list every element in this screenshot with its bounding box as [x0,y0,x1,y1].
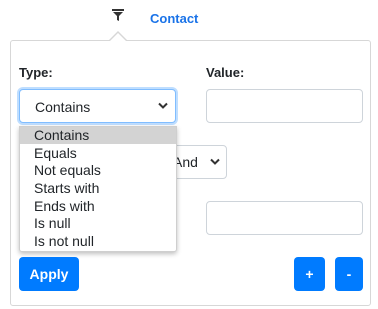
chevron-down-icon [210,158,220,165]
dropdown-option[interactable]: Equals [20,145,176,162]
column-title[interactable]: Contact [150,11,198,26]
apply-button[interactable]: Apply [19,257,79,291]
panel-caret-fill [110,33,126,41]
value-input[interactable] [206,89,363,123]
type-dropdown-list: Contains Equals Not equals Starts with E… [19,126,177,252]
filter-icon[interactable] [111,8,125,22]
dropdown-option[interactable]: Is not null [20,233,176,250]
remove-condition-button[interactable]: - [335,257,363,291]
type-select-value: Contains [35,99,91,115]
dropdown-option[interactable]: Is null [20,215,176,232]
value-label: Value: [206,65,245,80]
dropdown-option[interactable]: Starts with [20,180,176,197]
type-select[interactable]: Contains [19,89,176,123]
header: Contact [0,0,378,34]
second-value-input[interactable] [206,201,363,235]
dropdown-option[interactable]: Not equals [20,162,176,179]
chevron-down-icon [158,102,168,109]
type-label: Type: [19,65,53,80]
dropdown-option[interactable]: Contains [20,127,176,144]
add-condition-button[interactable]: + [294,257,325,291]
dropdown-option[interactable]: Ends with [20,198,176,215]
